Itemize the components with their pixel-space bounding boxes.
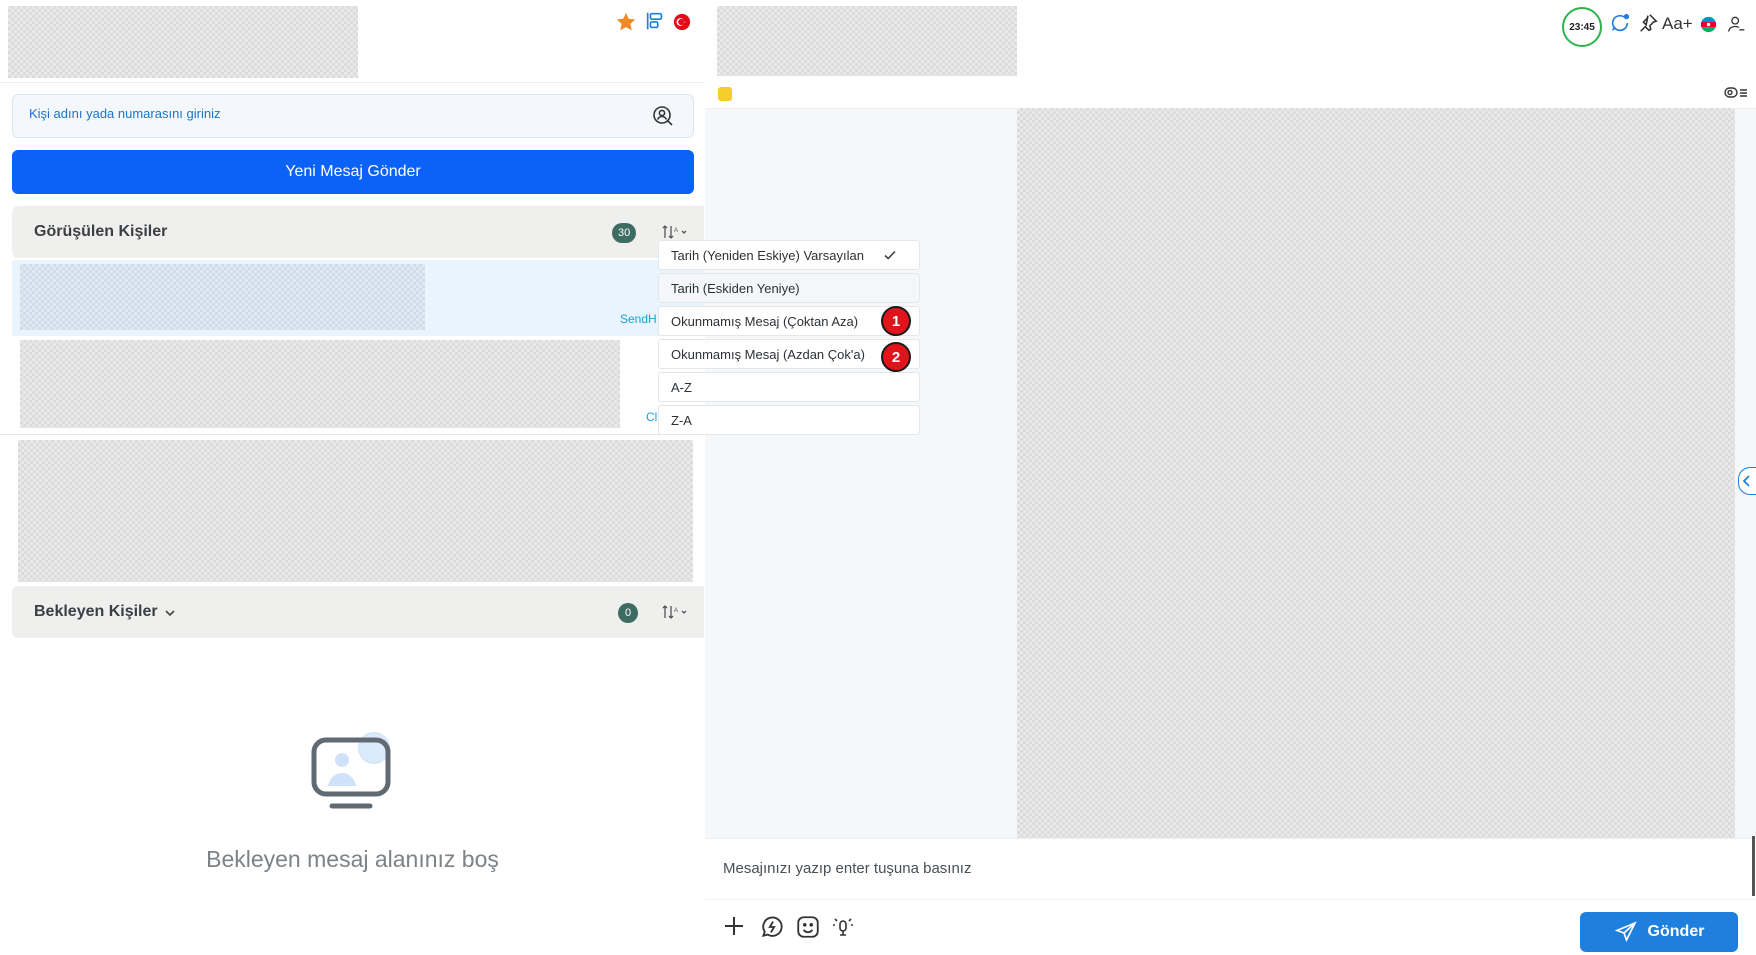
label-tag-icon[interactable] bbox=[718, 87, 732, 101]
chat-toolbar bbox=[705, 82, 1756, 109]
seen-contacts-count-badge: 30 bbox=[612, 223, 637, 243]
layout-icon[interactable] bbox=[644, 10, 666, 32]
voice-record-icon[interactable] bbox=[829, 913, 857, 941]
sort-option-oldest-first[interactable]: Tarih (Eskiden Yeniye) bbox=[658, 273, 920, 303]
chat-bubble-icon[interactable] bbox=[1609, 12, 1631, 34]
empty-inbox-icon bbox=[310, 730, 396, 812]
waiting-contacts-header[interactable]: Bekleyen Kişiler 0 A bbox=[12, 586, 704, 638]
sort-icon[interactable]: A bbox=[661, 603, 691, 621]
sort-option-label: Tarih (Eskiden Yeniye) bbox=[671, 280, 800, 296]
chat-contact-info bbox=[717, 6, 1017, 76]
seen-contacts-header[interactable]: Görüşülen Kişiler 30 A bbox=[12, 206, 704, 258]
contact-row-content bbox=[20, 340, 620, 428]
sort-option-label: Okunmamış Mesaj (Azdan Çok'a) bbox=[671, 346, 865, 362]
contact-row-active[interactable] bbox=[12, 260, 704, 336]
empty-waiting-message: Bekleyen mesaj alanınız boş bbox=[206, 846, 499, 872]
contact-row-content bbox=[18, 440, 693, 582]
chat-messages-area bbox=[1017, 108, 1735, 838]
row-divider bbox=[0, 434, 690, 435]
azerbaijan-flag-icon[interactable] bbox=[1700, 16, 1717, 33]
collapse-panel-icon[interactable] bbox=[1738, 467, 1756, 495]
svg-text:A: A bbox=[674, 228, 678, 234]
waiting-contacts-count-badge: 0 bbox=[618, 603, 638, 623]
add-attachment-icon[interactable] bbox=[720, 912, 748, 940]
chevron-down-icon[interactable] bbox=[164, 606, 176, 618]
font-size-toggle[interactable]: Aa+ bbox=[1662, 14, 1693, 34]
waiting-contacts-title: Bekleyen Kişiler bbox=[34, 603, 158, 620]
emoji-icon[interactable] bbox=[794, 913, 822, 941]
contact-search-box bbox=[12, 94, 694, 138]
seen-contacts-title: Görüşülen Kişiler bbox=[34, 223, 168, 240]
sort-option-z-a[interactable]: Z-A bbox=[658, 405, 920, 435]
composer-divider bbox=[705, 899, 1756, 900]
turkey-flag-icon[interactable] bbox=[673, 13, 691, 31]
star-icon[interactable] bbox=[615, 11, 637, 33]
sort-icon[interactable]: A bbox=[661, 223, 691, 241]
company-logo bbox=[8, 6, 358, 78]
check-icon bbox=[883, 248, 897, 265]
contact-search-icon[interactable] bbox=[651, 104, 675, 128]
contact-row-content bbox=[20, 264, 425, 330]
send-button[interactable]: Gönder bbox=[1580, 912, 1738, 952]
svg-text:A: A bbox=[674, 608, 678, 614]
sort-option-label: Okunmamış Mesaj (Çoktan Aza) bbox=[671, 313, 859, 329]
contacts-panel: Yeni Mesaj Gönder Görüşülen Kişiler 30 A… bbox=[0, 0, 706, 954]
header-divider bbox=[0, 82, 705, 83]
chat-header bbox=[705, 0, 1756, 83]
annotation-marker-2: 2 bbox=[881, 342, 911, 372]
send-button-label: Gönder bbox=[1647, 923, 1705, 940]
contact-row[interactable] bbox=[12, 338, 704, 432]
message-input[interactable] bbox=[721, 859, 1625, 878]
sort-option-label: Tarih (Yeniden Eskiye) Varsayılan bbox=[671, 247, 864, 263]
sort-option-label: Z-A bbox=[671, 412, 692, 428]
scrollbar[interactable] bbox=[1752, 836, 1755, 896]
user-profile-icon[interactable] bbox=[1726, 14, 1746, 34]
session-timer: 23:45 bbox=[1562, 7, 1602, 47]
contact-row-tag: Cl bbox=[646, 410, 658, 424]
contact-row[interactable] bbox=[12, 436, 704, 586]
contact-row-tag: SendH bbox=[620, 312, 657, 326]
send-icon bbox=[1614, 921, 1637, 943]
annotation-marker-1: 1 bbox=[881, 306, 911, 336]
quick-reply-icon[interactable] bbox=[758, 913, 786, 941]
sort-option-a-z[interactable]: A-Z bbox=[658, 372, 920, 402]
new-message-button[interactable]: Yeni Mesaj Gönder bbox=[12, 150, 694, 194]
toggle-details-icon[interactable] bbox=[1724, 86, 1748, 100]
sort-option-label: A-Z bbox=[671, 379, 692, 395]
pin-icon[interactable] bbox=[1637, 12, 1659, 34]
sort-option-newest-first[interactable]: Tarih (Yeniden Eskiye) Varsayılan bbox=[658, 240, 920, 270]
contact-search-input[interactable] bbox=[27, 105, 631, 122]
